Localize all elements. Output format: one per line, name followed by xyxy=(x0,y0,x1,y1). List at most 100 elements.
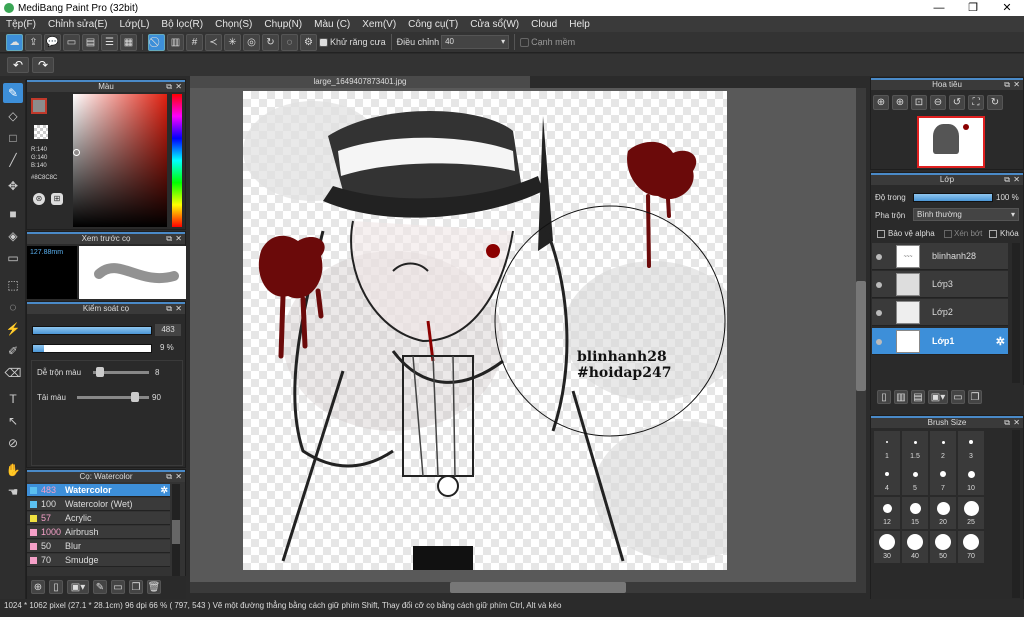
hue-slider[interactable] xyxy=(172,94,182,227)
rectangle-tool-icon[interactable]: ■ xyxy=(3,204,23,224)
menu-filter[interactable]: Bộ lọc(R) xyxy=(155,19,209,30)
menu-layer[interactable]: Lớp(L) xyxy=(114,19,156,30)
layer-row-blinhanh28[interactable]: ~~~ blinhanh28 xyxy=(872,243,1008,270)
float-icon[interactable]: ⧉ xyxy=(166,82,172,92)
brush-size-value[interactable]: 483 xyxy=(155,324,181,336)
layer-folder-icon[interactable]: ▭ xyxy=(951,390,965,404)
layer-row-lop3[interactable]: Lớp3 xyxy=(872,271,1008,298)
menu-window[interactable]: Cửa sổ(W) xyxy=(464,19,525,30)
parallel-snap-icon[interactable]: ▥ xyxy=(167,33,184,51)
perspective-snap-icon[interactable]: ≺ xyxy=(205,33,222,51)
close-icon[interactable]: ✕ xyxy=(175,472,182,482)
select-eraser-tool-icon[interactable]: ⌫ xyxy=(3,363,23,383)
magic-wand-tool-icon[interactable]: ⚡ xyxy=(3,319,23,339)
float-icon[interactable]: ⧉ xyxy=(1004,80,1010,90)
maximize-button[interactable]: ❐ xyxy=(956,0,990,16)
brush-item-watercolor-wet[interactable]: 100 Watercolor (Wet) xyxy=(27,498,170,511)
brush-size-cell[interactable]: 4 xyxy=(874,463,900,495)
blend-slider-thumb[interactable] xyxy=(96,367,104,377)
brush-size-slider[interactable] xyxy=(32,326,152,335)
brush-size-cell[interactable]: 2 xyxy=(930,431,956,463)
eye-icon[interactable] xyxy=(876,254,882,260)
brush-tool-icon[interactable]: ✎ xyxy=(3,83,23,103)
color-history-icon[interactable]: ⊞ xyxy=(51,193,63,205)
zoom-out-icon[interactable]: ⊖ xyxy=(930,95,946,110)
dot-tool-icon[interactable]: □ xyxy=(3,128,23,148)
pen-tool-icon[interactable]: ╱ xyxy=(3,150,23,170)
brush-item-blur[interactable]: 50 Blur xyxy=(27,540,170,553)
horizontal-scrollbar[interactable] xyxy=(190,582,866,593)
brush-menu-icon[interactable]: ▣▾ xyxy=(67,580,89,594)
fill-tool-icon[interactable]: ◈ xyxy=(3,226,23,246)
close-icon[interactable]: ✕ xyxy=(175,304,182,314)
float-icon[interactable]: ⧉ xyxy=(166,234,172,244)
curve-snap-icon[interactable]: ↻ xyxy=(262,33,279,51)
brush-size-cell[interactable]: 40 xyxy=(902,531,928,563)
brush-size-cell[interactable]: 3 xyxy=(958,431,984,463)
edit-brush-icon[interactable]: ✎ xyxy=(93,580,107,594)
settings-gear-icon[interactable]: ✲ xyxy=(996,335,1005,348)
transparent-color-swatch[interactable] xyxy=(34,125,48,139)
cloud-icon[interactable]: ☁ xyxy=(6,33,23,51)
layer-opacity-slider[interactable] xyxy=(913,193,993,202)
brush-list-scrollbar[interactable] xyxy=(172,484,180,576)
circle-snap-icon[interactable]: ◎ xyxy=(243,33,260,51)
vertical-scrollbar[interactable] xyxy=(856,88,866,582)
brush-size-scrollbar[interactable] xyxy=(1012,430,1020,598)
brush-size-cell[interactable]: 70 xyxy=(958,531,984,563)
close-icon[interactable]: ✕ xyxy=(1013,175,1020,185)
brush-size-cell[interactable]: 5 xyxy=(902,463,928,495)
menu-capture[interactable]: Chụp(N) xyxy=(258,19,308,30)
redo-button[interactable]: ↷ xyxy=(32,57,54,73)
amount-slider-thumb[interactable] xyxy=(131,392,139,402)
chat-icon[interactable]: ▭ xyxy=(63,33,80,51)
brush-size-cell[interactable]: 30 xyxy=(874,531,900,563)
folder-icon[interactable]: ▭ xyxy=(111,580,125,594)
new-layer-icon[interactable]: ▯ xyxy=(877,390,891,404)
ellipse-snap-icon[interactable]: ◌ xyxy=(281,33,298,51)
adjust-select[interactable]: 40 ▾ xyxy=(441,35,510,49)
brush-size-cell[interactable]: 1.5 xyxy=(902,431,928,463)
float-icon[interactable]: ⧉ xyxy=(166,304,172,314)
delete-brush-icon[interactable]: 🗑 xyxy=(147,580,161,594)
select-tool-icon[interactable]: ⬚ xyxy=(3,275,23,295)
brush-size-cell[interactable]: 25 xyxy=(958,497,984,529)
menu-cloud[interactable]: Cloud xyxy=(525,19,563,30)
menu-color[interactable]: Màu (C) xyxy=(308,19,356,30)
new-brush-icon[interactable]: ▯ xyxy=(49,580,63,594)
list-icon[interactable]: ☰ xyxy=(101,33,118,51)
menu-edit[interactable]: Chỉnh sửa(E) xyxy=(42,19,114,30)
brush-size-cell[interactable]: 20 xyxy=(930,497,956,529)
zoom-in-alt-icon[interactable]: ⊕ xyxy=(892,95,908,110)
close-icon[interactable]: ✕ xyxy=(1013,418,1020,428)
color-picker-cursor[interactable] xyxy=(73,149,80,156)
settings-gear-icon[interactable]: ✲ xyxy=(160,484,168,497)
grid-snap-icon[interactable]: # xyxy=(186,33,203,51)
text-tool-icon[interactable]: T xyxy=(3,389,23,409)
document-canvas[interactable]: blinhanh28 #hoidap247 xyxy=(243,91,727,570)
layer-menu-icon[interactable]: ▣▾ xyxy=(928,390,948,404)
eye-icon[interactable] xyxy=(876,310,882,316)
minimize-button[interactable]: — xyxy=(922,0,956,16)
layer-row-lop1[interactable]: Lớp1 ✲ xyxy=(872,328,1008,355)
fullscreen-icon[interactable]: ⛶ xyxy=(968,95,984,110)
brush-item-smudge[interactable]: 70 Smudge xyxy=(27,554,170,567)
comment-icon[interactable]: 💬 xyxy=(44,33,61,51)
float-icon[interactable]: ⧉ xyxy=(1004,175,1010,185)
rotate-right-icon[interactable]: ↻ xyxy=(987,95,1003,110)
rotate-left-icon[interactable]: ↺ xyxy=(949,95,965,110)
clip-checkbox[interactable] xyxy=(944,230,952,238)
saturation-value-picker[interactable] xyxy=(73,94,167,227)
brush-size-cell[interactable]: 12 xyxy=(874,497,900,529)
grid-icon[interactable]: ▦ xyxy=(120,33,137,51)
gradient-tool-icon[interactable]: ▭ xyxy=(3,248,23,268)
radial-snap-icon[interactable]: ✳ xyxy=(224,33,241,51)
brush-size-cell[interactable]: 15 xyxy=(902,497,928,529)
float-icon[interactable]: ⧉ xyxy=(166,472,172,482)
brush-opacity-slider[interactable] xyxy=(32,344,152,353)
lasso-tool-icon[interactable]: ◌ xyxy=(3,297,23,317)
brush-item-airbrush[interactable]: 1000 Airbrush xyxy=(27,526,170,539)
eye-icon[interactable] xyxy=(876,282,882,288)
brush-size-cell[interactable]: 7 xyxy=(930,463,956,495)
eraser-tool-icon[interactable]: ◇ xyxy=(3,106,23,126)
